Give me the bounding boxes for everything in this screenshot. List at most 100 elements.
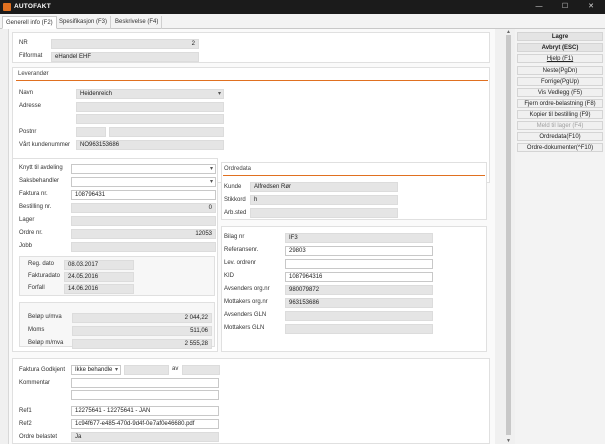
ordre-nr-field[interactable]: 12053: [71, 229, 216, 239]
jobb-field[interactable]: [71, 242, 216, 252]
godkjent-dropdown[interactable]: Ikke behandle: [71, 365, 121, 375]
hjelp-button[interactable]: Hjelp (F1): [517, 54, 603, 63]
godkjent-dato-field: [124, 365, 169, 375]
tab-spesifikasjon[interactable]: Spesifikasjon (F3): [56, 16, 112, 29]
navn-label: Navn: [19, 90, 34, 96]
bestilling-nr-field[interactable]: 0: [71, 203, 216, 213]
bilag-nr-field: IF3: [285, 233, 433, 243]
mottakers-gln-label: Mottakers GLN: [224, 325, 265, 331]
mottakers-orgnr-label: Mottakers org.nr: [224, 299, 268, 305]
kunde-label: Kunde: [224, 184, 242, 190]
referansenr-field[interactable]: 29803: [285, 246, 433, 256]
fakturadato-label: Fakturadato: [28, 273, 61, 279]
avsenders-gln-field: [285, 311, 433, 321]
belop-u-mva-field: 2 044,22: [72, 313, 212, 323]
godkjent-av-field: [182, 365, 220, 375]
kunde-field[interactable]: Alfredsen Rør: [250, 182, 398, 192]
belop-m-mva-field: 2 555,28: [72, 339, 212, 349]
godkjent-label: Faktura Godkjent: [19, 367, 66, 373]
kid-field[interactable]: 1087964316: [285, 272, 433, 282]
fjern-ordre-belastning-button[interactable]: Fjern ordre-belastning (F8): [517, 99, 603, 108]
bilag-nr-label: Bilag nr: [224, 234, 245, 240]
close-button[interactable]: ✕: [578, 0, 604, 14]
app-logo-icon: [3, 3, 11, 11]
leverandor-section-title: Leverandør: [18, 71, 49, 77]
ref2-label: Ref2: [19, 421, 32, 427]
tab-generell-info[interactable]: Generell info (F2): [2, 16, 57, 29]
ordre-nr-label: Ordre nr.: [19, 230, 43, 236]
ordredata-panel: Ordredata Kunde Alfredsen Rør Stikkord h…: [221, 162, 487, 220]
order-left-panel: Knytt til avdeling Saksbehandler Faktura…: [12, 158, 218, 352]
ref1-label: Ref1: [19, 408, 32, 414]
saksbehandler-dropdown[interactable]: [71, 177, 216, 187]
avdeling-dropdown[interactable]: [71, 164, 216, 174]
app-title: AUTOFAKT: [14, 3, 51, 10]
stikkord-field[interactable]: h: [250, 195, 398, 205]
reg-dato-field[interactable]: 08.03.2017: [64, 260, 134, 270]
bottom-panel: Faktura Godkjent Ikke behandle av Kommen…: [12, 358, 490, 444]
lager-field[interactable]: [71, 216, 216, 226]
jobb-label: Jobb: [19, 243, 33, 249]
poststed-field[interactable]: [109, 127, 224, 137]
moms-field: 511,06: [72, 326, 212, 336]
lev-ordrenr-label: Lev. ordrenr: [224, 260, 256, 266]
neste-button[interactable]: Neste(PgDn): [517, 66, 603, 75]
lev-ordrenr-field[interactable]: [285, 259, 433, 269]
title-bar: AUTOFAKT — ☐ ✕: [0, 0, 605, 14]
vis-vedlegg-button[interactable]: Vis Vedlegg (F5): [517, 88, 603, 97]
faktura-nr-field[interactable]: 108796431: [71, 190, 216, 200]
section-divider: [223, 175, 485, 176]
kommentar-label: Kommentar: [19, 380, 51, 386]
postnr-label: Postnr: [19, 129, 37, 135]
stikkord-label: Stikkord: [224, 197, 246, 203]
bestilling-nr-label: Bestilling nr.: [19, 204, 52, 210]
ordredata-button[interactable]: Ordredata(F10): [517, 132, 603, 141]
tab-bar: Generell info (F2) Spesifikasjon (F3) Be…: [0, 14, 605, 29]
avbryt-button[interactable]: Avbryt (ESC): [517, 43, 603, 52]
kundenummer-field[interactable]: NO963153686: [76, 140, 224, 150]
bilag-panel: Bilag nr IF3 Referansenr. 29803 Lev. ord…: [221, 226, 487, 352]
forfall-field[interactable]: 14.06.2016: [64, 284, 134, 294]
minimize-button[interactable]: —: [526, 0, 552, 14]
kopier-til-bestilling-button[interactable]: Kopier til bestilling (F9): [517, 110, 603, 119]
forfall-label: Forfall: [28, 285, 45, 291]
main-form: NR 2 Filformat eHandel EHF Leverandør Na…: [8, 29, 495, 444]
navn-dropdown[interactable]: Heidenreich: [76, 89, 224, 99]
vertical-scrollbar[interactable]: ▲ ▼: [505, 29, 512, 444]
ref2-field[interactable]: 1c94f677-e485-470d-9d4f-0e7af0e46680.pdf: [71, 419, 219, 429]
tab-beskrivelse[interactable]: Beskrivelse (F4): [112, 16, 163, 29]
saksbehandler-label: Saksbehandler: [19, 178, 60, 184]
adresse-label: Adresse: [19, 103, 42, 109]
ordredata-section-title: Ordredata: [224, 166, 252, 172]
lagre-button[interactable]: Lagre: [517, 32, 603, 41]
avsenders-orgnr-label: Avsenders org.nr: [224, 286, 270, 292]
ref1-field[interactable]: 12275641 - 12275641 - JAN: [71, 406, 219, 416]
av-label: av: [172, 366, 179, 372]
adresse-field-2[interactable]: [76, 114, 224, 124]
nr-field: 2: [51, 39, 199, 49]
arbsted-field[interactable]: [250, 208, 398, 218]
moms-label: Moms: [28, 327, 45, 333]
kommentar-field-2[interactable]: [71, 390, 219, 400]
kommentar-field-1[interactable]: [71, 378, 219, 388]
forrige-button[interactable]: Forrige(PgUp): [517, 77, 603, 86]
kundenummer-label: Vårt kundenummer: [19, 142, 71, 148]
ordre-dokumenter-button[interactable]: Ordre-dokumenter(^F10): [517, 143, 603, 152]
reg-dato-label: Reg. dato: [28, 261, 55, 267]
filformat-field: eHandel EHF: [51, 52, 199, 62]
ordre-belastet-label: Ordre belastet: [19, 434, 58, 440]
header-panel: NR 2 Filformat eHandel EHF: [12, 32, 490, 63]
postnr-field[interactable]: [76, 127, 106, 137]
scroll-thumb[interactable]: [506, 35, 511, 435]
action-sidebar: Lagre Avbryt (ESC) Hjelp (F1) Neste(PgDn…: [515, 29, 605, 444]
belop-u-mva-label: Beløp u/mva: [28, 314, 62, 320]
scroll-down-icon[interactable]: ▼: [505, 438, 512, 444]
meld-til-lager-button[interactable]: Meld til lager (F4): [517, 121, 603, 130]
fakturadato-field[interactable]: 24.05.2016: [64, 272, 134, 282]
mottakers-gln-field: [285, 324, 433, 334]
section-divider: [16, 80, 488, 81]
adresse-field-1[interactable]: [76, 102, 224, 112]
belop-m-mva-label: Beløp m/mva: [28, 340, 64, 346]
maximize-button[interactable]: ☐: [552, 0, 578, 14]
lager-label: Lager: [19, 217, 35, 223]
